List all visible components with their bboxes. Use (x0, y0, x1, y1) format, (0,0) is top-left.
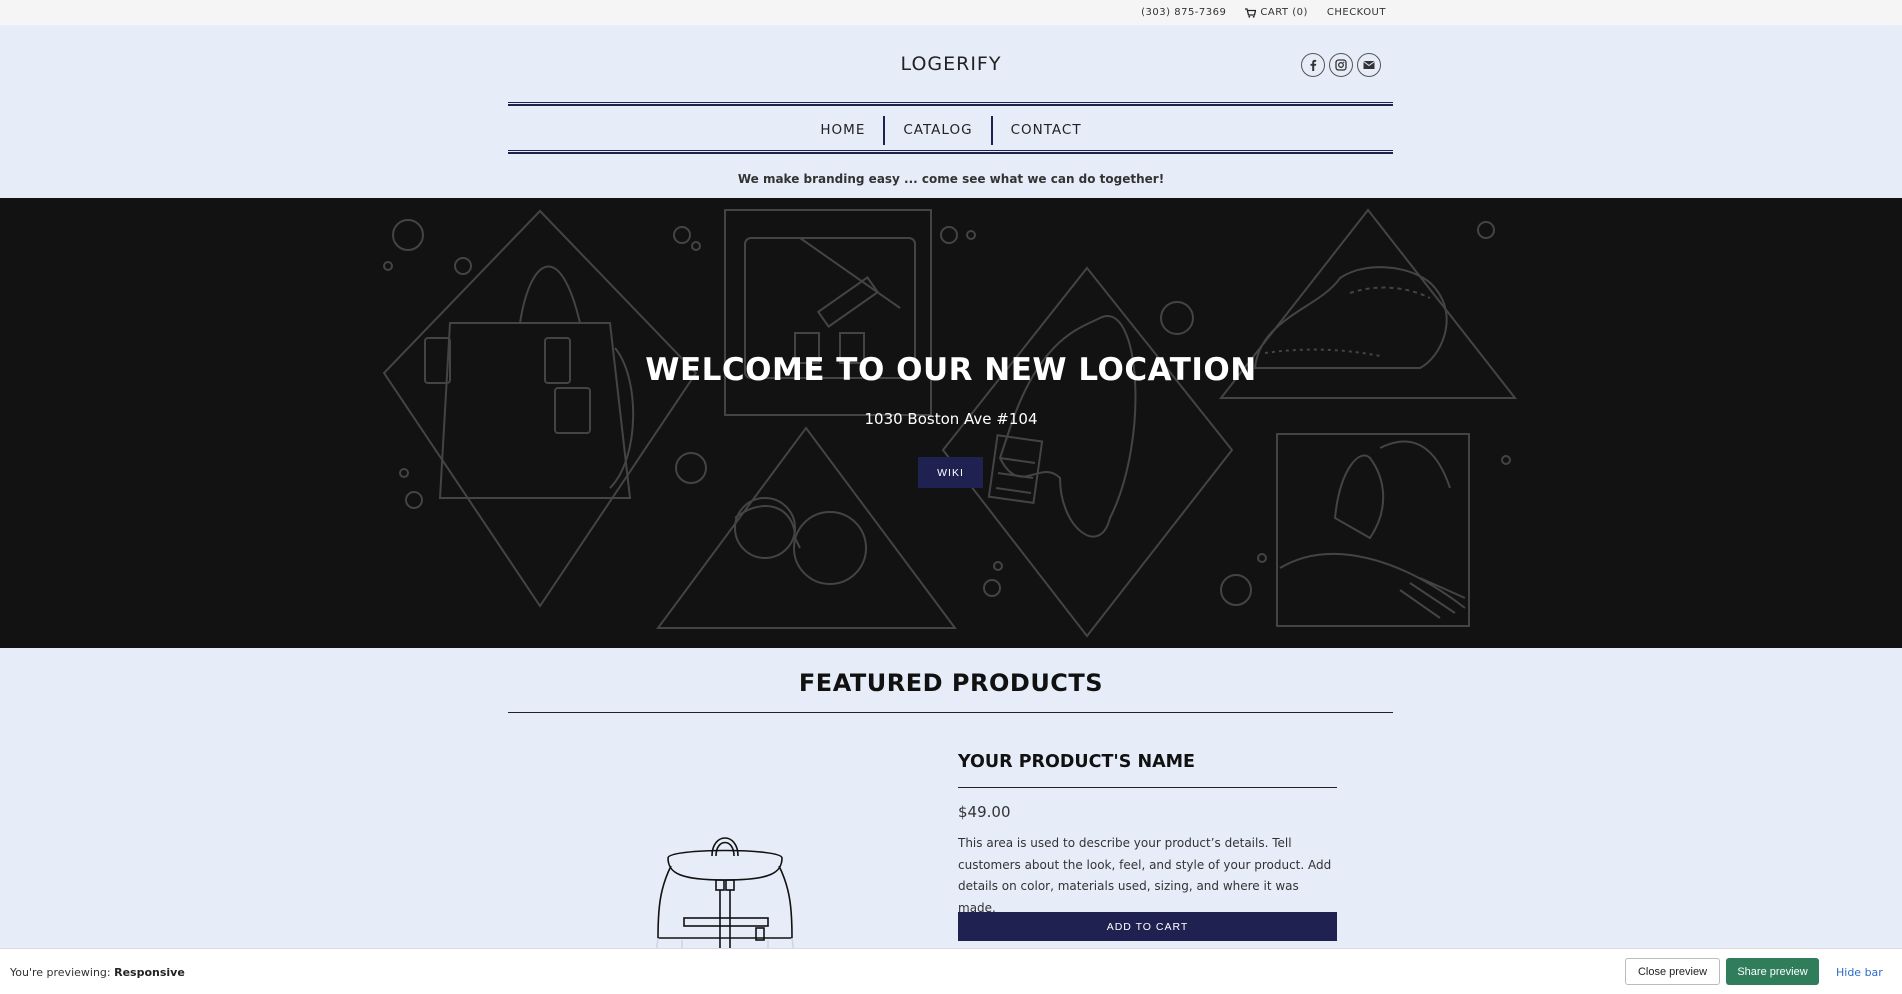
instagram-icon[interactable] (1329, 53, 1353, 77)
share-preview-button[interactable]: Share preview (1726, 958, 1819, 985)
main-nav: HOME CATALOG CONTACT (0, 116, 1902, 145)
hero-title: WELCOME TO OUR NEW LOCATION (645, 352, 1257, 388)
site-logo[interactable]: LOGERIFY (0, 53, 1902, 75)
hero-subtitle: 1030 Boston Ave #104 (864, 410, 1038, 428)
product-description: This area is used to describe your produ… (958, 836, 1332, 915)
hero-banner: WELCOME TO OUR NEW LOCATION 1030 Boston … (0, 198, 1902, 648)
featured-divider (508, 712, 1393, 713)
preview-label-value: Responsive (114, 966, 185, 979)
wiki-button[interactable]: WIKI (918, 457, 983, 488)
header-rule-bottom (508, 150, 1393, 154)
preview-label-prefix: You're previewing: (10, 966, 111, 979)
tagline: We make branding easy ... come see what … (737, 172, 1165, 186)
add-to-cart-button[interactable]: ADD TO CART (958, 912, 1337, 941)
email-icon[interactable] (1357, 53, 1381, 77)
cart-label: CART (0) (1260, 7, 1308, 18)
nav-item-home[interactable]: HOME (802, 116, 883, 145)
hide-bar-link[interactable]: Hide bar (1836, 966, 1883, 979)
site-header: LOGERIFY HOME CATALOG CONTACT We make br… (0, 25, 1902, 198)
phone-link[interactable]: (303) 875-7369 (1141, 7, 1226, 18)
preview-bar: You're previewing: Responsive Close prev… (0, 948, 1902, 994)
cart-link[interactable]: CART (0) (1245, 7, 1308, 18)
social-links (1301, 53, 1381, 77)
product-price: $49.00 (958, 803, 1011, 821)
cart-icon (1245, 7, 1257, 18)
facebook-icon[interactable] (1301, 53, 1325, 77)
utility-bar: (303) 875-7369 CART (0) CHECKOUT (0, 0, 1902, 25)
checkout-link[interactable]: CHECKOUT (1327, 7, 1386, 18)
close-preview-button[interactable]: Close preview (1625, 958, 1720, 985)
nav-item-contact[interactable]: CONTACT (990, 116, 1100, 145)
nav-item-catalog[interactable]: CATALOG (883, 116, 990, 145)
product-name[interactable]: YOUR PRODUCT'S NAME (958, 752, 1195, 772)
header-rule-top (508, 102, 1393, 106)
preview-label: You're previewing: Responsive (10, 966, 185, 979)
product-name-divider (958, 787, 1337, 788)
featured-products-title: FEATURED PRODUCTS (798, 669, 1104, 697)
